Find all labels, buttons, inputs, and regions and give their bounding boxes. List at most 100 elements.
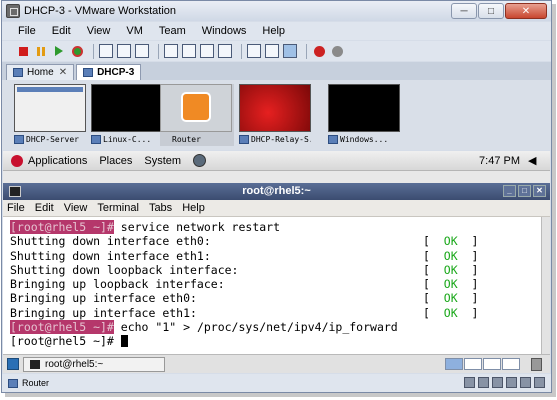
menu-team[interactable]: Team [159,25,186,37]
snapshot-icon[interactable] [99,44,113,58]
sound-icon[interactable] [520,377,531,388]
terminal-menu-bar: File Edit View Terminal Tabs Help [3,200,550,217]
gnome-top-panel: Applications Places System 7:47 PM ◀ [3,151,550,171]
gnome-menu-system[interactable]: System [144,155,181,167]
network-adapter-icon[interactable] [492,377,503,388]
output-text: Shutting down interface eth0: [10,234,211,249]
taskbar-terminal-label: root@rhel5:~ [45,358,104,370]
volume-icon[interactable]: ◀ [528,154,540,167]
shell-prompt: [root@rhel5 ~]# [10,320,114,335]
usb-icon[interactable] [506,377,517,388]
quick-switch-icon[interactable] [200,44,214,58]
vm-display[interactable]: Applications Places System 7:47 PM ◀ roo… [3,151,550,373]
maximize-button[interactable]: □ [478,3,504,19]
menu-view[interactable]: View [87,25,111,37]
terminal-menu-edit[interactable]: Edit [35,202,54,214]
vm-screen-preview [239,84,311,132]
status-bar: Router [2,374,551,392]
terminal-minimize-button[interactable]: _ [503,185,516,197]
terminal-menu-terminal[interactable]: Terminal [97,202,139,214]
taskbar-terminal-button[interactable]: root@rhel5:~ [23,356,165,372]
terminal-menu-view[interactable]: View [64,202,88,214]
terminal-output[interactable]: [root@rhel5 ~]# service network restart … [3,217,541,354]
vm-thumbnail[interactable]: DHCP-Server [14,84,86,146]
reset-icon[interactable] [70,44,84,58]
terminal-icon [9,186,21,197]
menu-edit[interactable]: Edit [52,25,71,37]
thumbnail-bar: DHCP-Server Linux-C... Router DHCP-Relay… [2,80,551,150]
workspace-3[interactable] [483,358,501,370]
vm-screen-preview [160,84,232,132]
revert-snapshot-icon[interactable] [117,44,131,58]
close-button[interactable]: ✕ [505,3,547,19]
toolbar-separator [158,43,159,59]
vm-thumbnail-label: DHCP-Relay-S... [251,135,311,144]
thumbnail-bar-icon[interactable] [283,44,297,58]
title-bar: DHCP-3 - VMware Workstation ─ □ ✕ [2,1,551,21]
workspace-1[interactable] [445,358,463,370]
home-icon [13,68,23,77]
console-view-icon[interactable] [247,44,261,58]
status-ok: OK [443,248,458,263]
summary-view-icon[interactable] [265,44,279,58]
vm-thumbnail[interactable]: DHCP-Relay-S... [239,84,311,146]
output-text: Bringing up interface eth0: [10,291,197,306]
power-off-icon[interactable] [16,44,30,58]
sidebar-toggle-icon[interactable] [164,44,178,58]
menu-windows[interactable]: Windows [202,25,247,37]
menu-file[interactable]: File [18,25,36,37]
clock[interactable]: 7:47 PM [479,155,520,167]
vm-icon [91,135,101,144]
power-on-icon[interactable] [52,44,66,58]
terminal-line: Bringing up interface eth1:[ OK ] [10,305,479,320]
terminal-close-button[interactable]: ✕ [533,185,546,197]
vm-thumbnail[interactable]: Windows... [328,84,400,146]
terminal-menu-file[interactable]: File [7,202,25,214]
tab-home[interactable]: Home ✕ [6,64,75,80]
tab-dhcp-3[interactable]: DHCP-3 [76,64,142,80]
terminal-maximize-button[interactable]: □ [518,185,531,197]
output-text: Bringing up interface eth1: [10,305,197,320]
suspend-icon[interactable] [34,44,48,58]
unity-icon[interactable] [218,44,232,58]
full-screen-icon[interactable] [182,44,196,58]
terminal-scrollbar[interactable] [541,217,550,354]
toolbar-separator [241,43,242,59]
status-ok: OK [443,234,458,249]
vm-thumbnail[interactable]: Router [160,84,234,146]
output-text: Shutting down loopback interface: [10,262,239,277]
toolbar [2,41,551,61]
status-ok: OK [443,291,458,306]
terminal-line: Shutting down interface eth1:[ OK ] [10,248,479,263]
vm-screen-preview [14,84,86,132]
terminal-line: Shutting down interface eth0:[ OK ] [10,234,479,249]
workspace-2[interactable] [464,358,482,370]
terminal-menu-tabs[interactable]: Tabs [149,202,172,214]
gnome-menu-applications[interactable]: Applications [28,155,87,167]
trash-icon[interactable] [531,358,542,371]
hard-disk-icon[interactable] [464,377,475,388]
vm-thumbnail-label: Windows... [340,135,389,144]
record-icon[interactable] [312,44,326,58]
redhat-icon [11,154,23,167]
text-cursor [120,335,128,348]
shell-prompt: [root@rhel5 ~]# [10,334,114,349]
snapshot-manager-icon[interactable] [135,44,149,58]
show-desktop-icon[interactable] [7,358,19,370]
gnome-bottom-panel: root@rhel5:~ [3,354,550,373]
vmware-app-icon [6,4,20,18]
menu-help[interactable]: Help [262,25,285,37]
command-text: echo "1" > /proc/sys/net/ipv4/ip_forward [113,320,398,335]
message-log-icon[interactable] [534,377,545,388]
terminal-menu-help[interactable]: Help [182,202,205,214]
vm-thumbnail[interactable]: Linux-C... [91,84,163,146]
close-tab-icon[interactable]: ✕ [59,67,67,78]
status-ok: OK [443,277,458,292]
workspace-4[interactable] [502,358,520,370]
gnome-menu-places[interactable]: Places [99,155,132,167]
minimize-button[interactable]: ─ [451,3,477,19]
web-browser-icon[interactable] [193,154,207,167]
cdrom-icon[interactable] [478,377,489,388]
replay-icon[interactable] [330,44,344,58]
menu-vm[interactable]: VM [126,25,143,37]
